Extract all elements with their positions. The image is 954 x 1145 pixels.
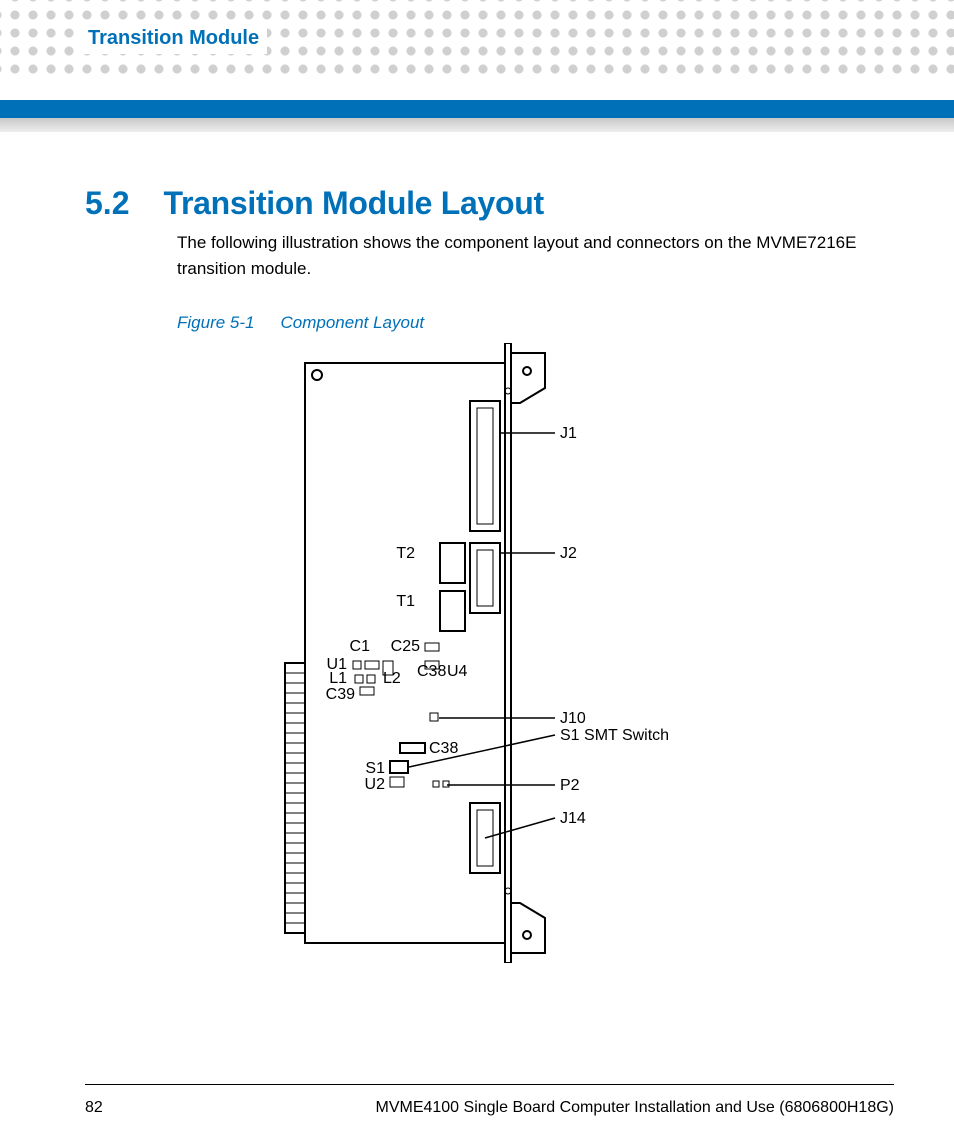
chapter-title: Transition Module (88, 27, 259, 50)
label-j2: J2 (560, 545, 577, 562)
label-l2: L2 (383, 670, 401, 687)
section-body: The following illustration shows the com… (177, 230, 894, 281)
page-number: 82 (85, 1099, 103, 1117)
label-s1-smt: S1 SMT Switch (560, 727, 669, 744)
label-s1: S1 (365, 760, 385, 777)
header-blue-bar (0, 100, 954, 118)
page-content: 5.2 Transition Module Layout The followi… (85, 185, 894, 963)
section-number: 5.2 (85, 185, 129, 222)
label-p2: P2 (560, 777, 580, 794)
footer-rule (85, 1084, 894, 1085)
figure-caption-text: Component Layout (280, 313, 424, 332)
header-grey-bar (0, 118, 954, 132)
figure-number: Figure 5-1 (177, 313, 254, 332)
doc-title: MVME4100 Single Board Computer Installat… (375, 1099, 894, 1117)
label-u2: U2 (365, 776, 386, 793)
label-l1: L1 (329, 670, 347, 687)
component-layout-diagram: J1 J2 T2 T1 C1 C25 U1 C38 U4 L1 L2 C39 J… (215, 343, 695, 963)
section-title: Transition Module Layout (163, 185, 543, 222)
label-t2: T2 (396, 545, 415, 562)
page-footer: 82 MVME4100 Single Board Computer Instal… (85, 1099, 894, 1117)
label-c1: C1 (350, 638, 371, 655)
label-j1: J1 (560, 425, 577, 442)
label-c25: C25 (391, 638, 420, 655)
label-t1: T1 (396, 593, 415, 610)
label-c38b: C38 (429, 740, 458, 757)
label-j10: J10 (560, 710, 586, 727)
label-c38a: C38 (417, 663, 446, 680)
figure-caption: Figure 5-1 Component Layout (177, 313, 894, 333)
header-title-mask: Transition Module (80, 22, 267, 54)
section-heading: 5.2 Transition Module Layout (85, 185, 894, 222)
label-u4: U4 (447, 663, 468, 680)
label-j14: J14 (560, 810, 586, 827)
label-c39: C39 (326, 686, 355, 703)
